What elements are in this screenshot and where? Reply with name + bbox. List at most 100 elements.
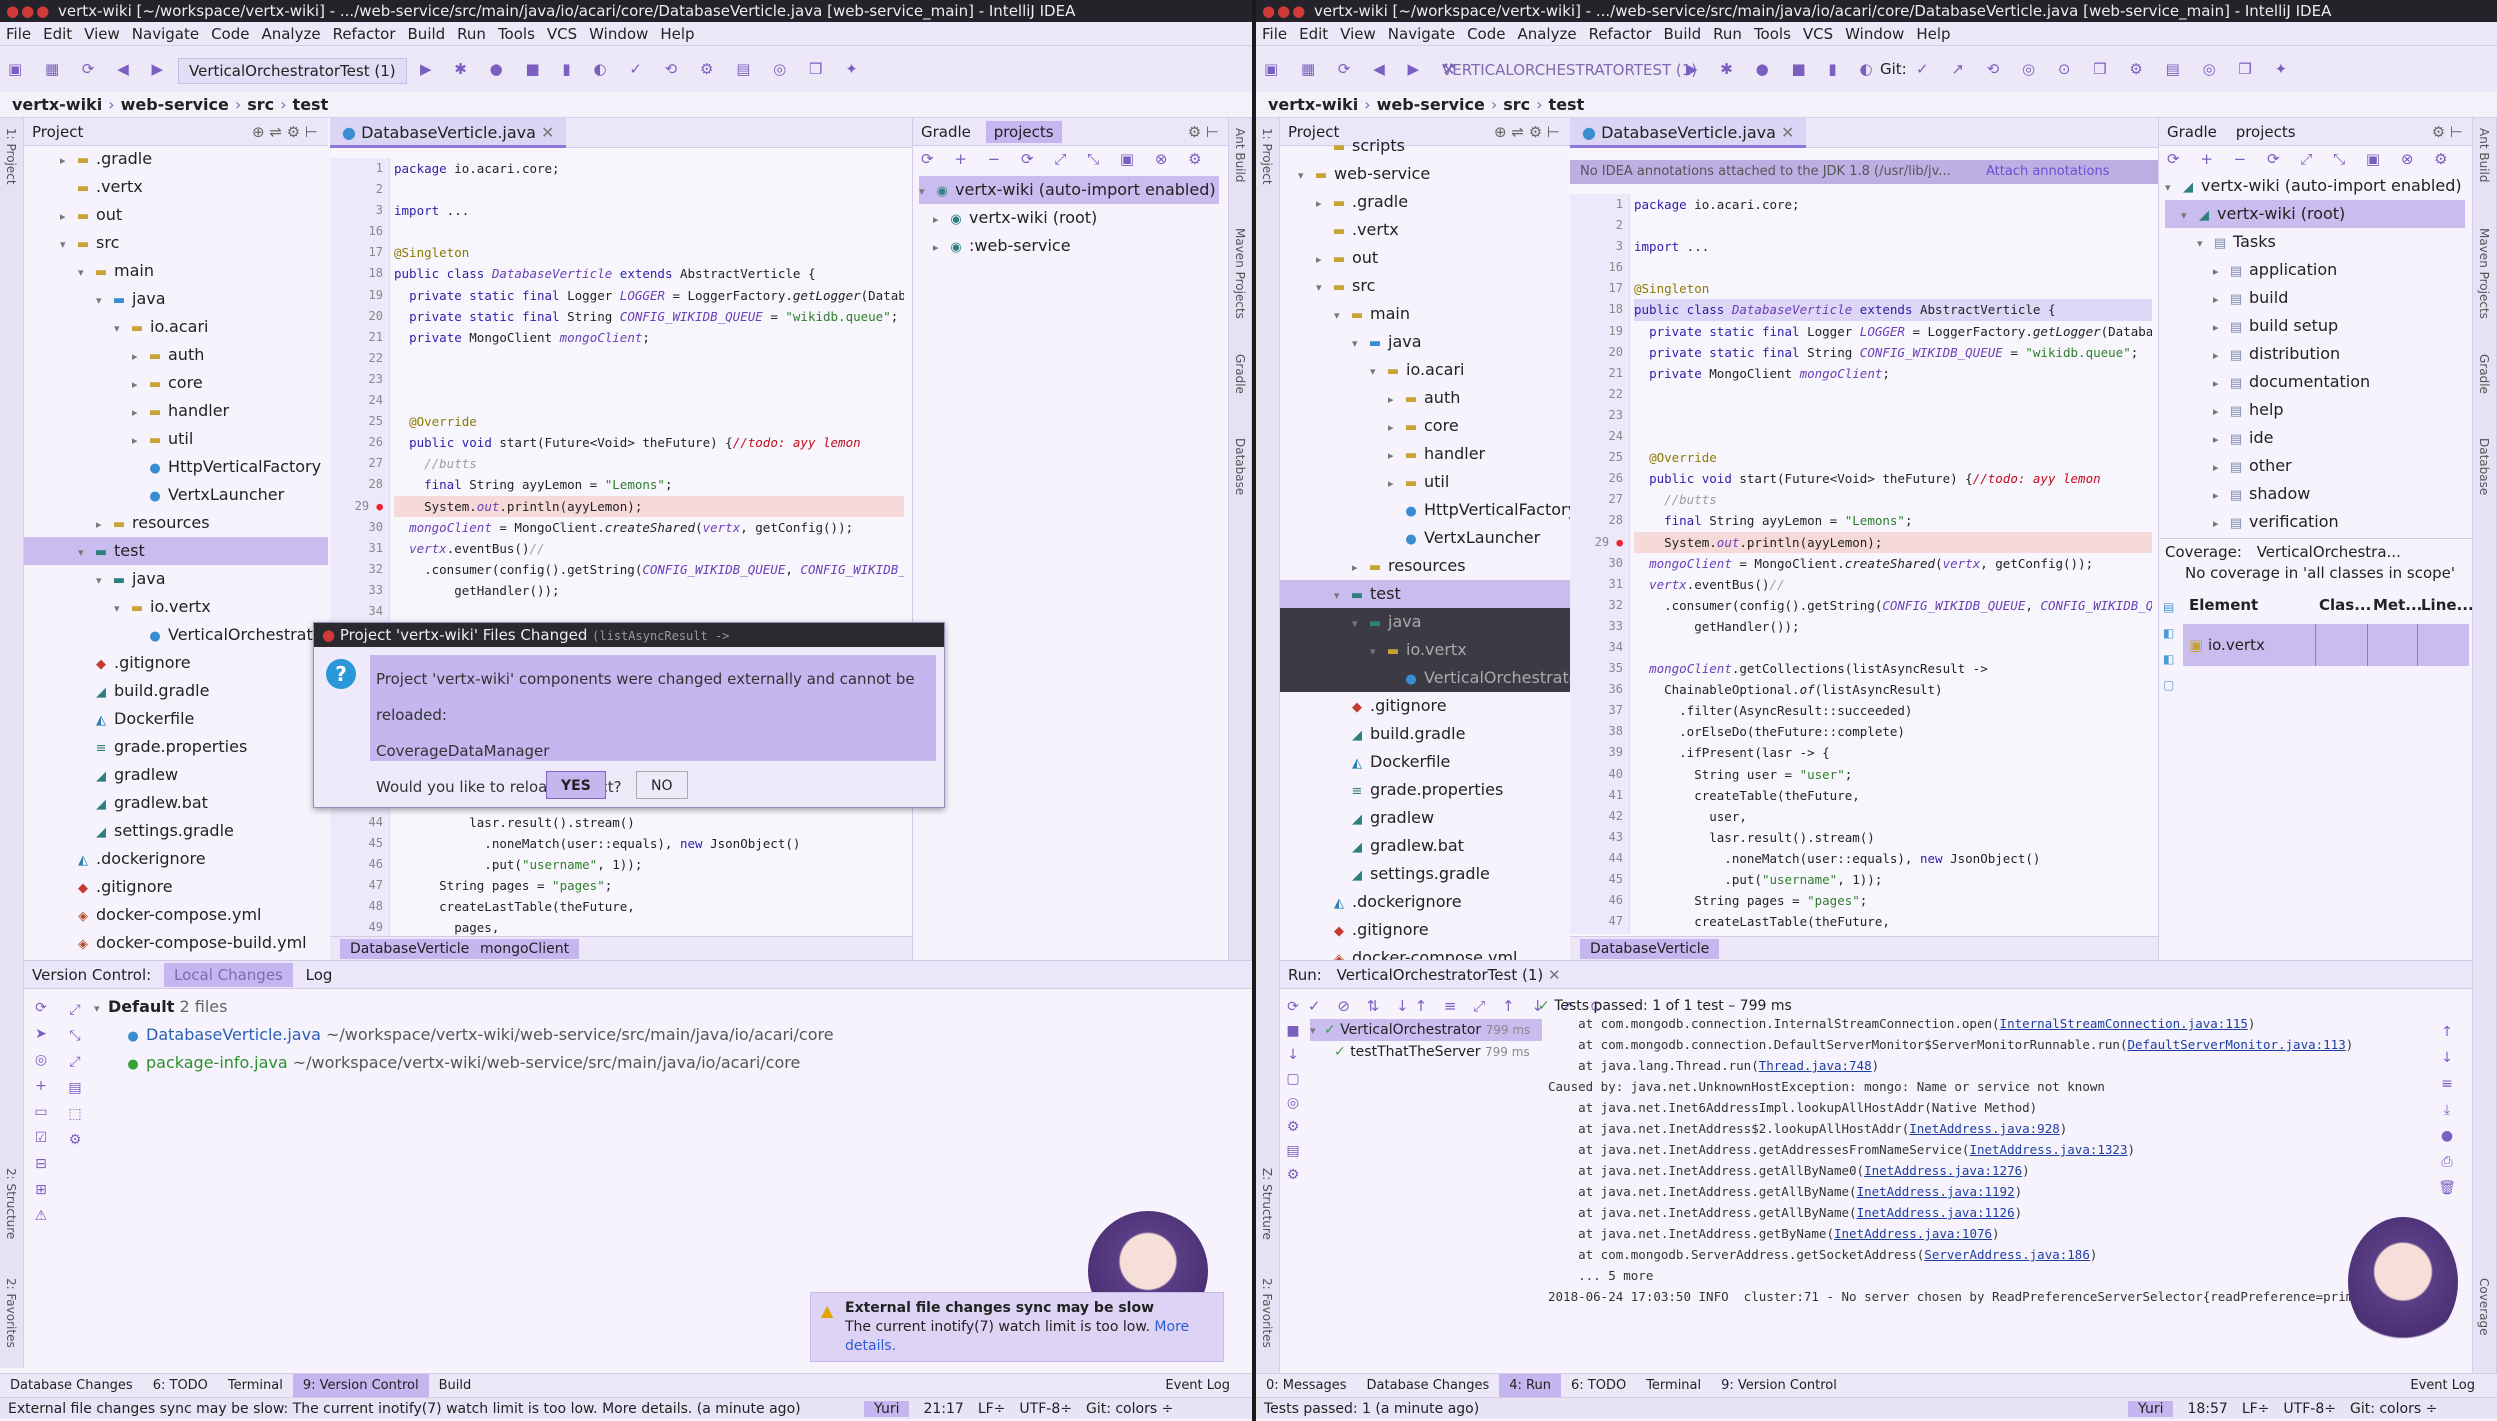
window-controls[interactable]: ●●● bbox=[1256, 0, 1314, 22]
tool-window-event-log[interactable]: Event Log bbox=[1155, 1374, 1240, 1398]
expand-arrow-icon[interactable]: ▸ bbox=[132, 399, 146, 427]
console-side-icons[interactable]: ↑ ↓ ≡ ⤓ ● ⎙ 🗑 bbox=[2436, 1019, 2458, 1201]
tree-item[interactable]: ◢ gradlew.bat bbox=[1280, 832, 1570, 860]
menu-navigate[interactable]: Navigate bbox=[126, 22, 205, 45]
expand-arrow-icon[interactable]: ▸ bbox=[2213, 314, 2227, 342]
tool-window-terminal[interactable]: Terminal bbox=[218, 1374, 293, 1398]
test-suite-item[interactable]: ▾ ✓ VerticalOrchestrator 799 ms bbox=[1310, 1019, 1542, 1041]
gradle-tree-item[interactable]: ▸ ◉ vertx-wiki (root) bbox=[919, 204, 1219, 232]
expand-arrow-icon[interactable]: ▸ bbox=[2213, 482, 2227, 510]
run-side-icons[interactable]: ⟳ ■ ↓ ▢ ◎ ⚙ ▤ ⚙ bbox=[1282, 995, 1304, 1187]
status-message[interactable]: Tests passed: 1 (a minute ago) bbox=[1264, 1401, 1479, 1417]
tool-window-4-run[interactable]: 4: Run bbox=[1499, 1374, 1561, 1398]
expand-arrow-icon[interactable]: ▾ bbox=[114, 595, 128, 623]
tree-item[interactable]: ▾ ▬ test bbox=[1280, 580, 1570, 608]
expand-arrow-icon[interactable]: ▾ bbox=[78, 539, 92, 567]
breakpoint-icon[interactable]: ● bbox=[376, 500, 383, 513]
tree-item[interactable]: ● VertxLauncher bbox=[1280, 524, 1570, 552]
expand-arrow-icon[interactable]: ▾ bbox=[1352, 610, 1366, 638]
tree-item[interactable]: ◭ .dockerignore bbox=[24, 845, 328, 873]
no-button[interactable]: NO bbox=[636, 771, 688, 799]
tool-window-terminal[interactable]: Terminal bbox=[1636, 1374, 1711, 1398]
menu-build[interactable]: Build bbox=[1658, 22, 1708, 45]
project-panel-icons[interactable]: ⊕ ⇌ ⚙ ⊢ bbox=[252, 118, 318, 146]
tree-item[interactable]: ≡ grade.properties bbox=[24, 733, 328, 761]
tool-window-event-log[interactable]: Event Log bbox=[2400, 1374, 2485, 1398]
coverage-side-icons[interactable]: ▤ ◧ ◧ ▢ bbox=[2163, 594, 2181, 698]
menu-help[interactable]: Help bbox=[1910, 22, 1956, 45]
expand-arrow-icon[interactable]: ▾ bbox=[1370, 638, 1384, 666]
tool-window-database-changes[interactable]: Database Changes bbox=[0, 1374, 143, 1398]
expand-arrow-icon[interactable]: ▸ bbox=[2213, 398, 2227, 426]
gradle-tool-tab[interactable]: Gradle bbox=[2477, 354, 2491, 394]
gradle-tree-item[interactable]: ▾ ◉ vertx-wiki (auto-import enabled) bbox=[919, 176, 1219, 204]
tree-item[interactable]: ▬ scripts bbox=[1280, 132, 1570, 160]
status-widget[interactable]: Git: colors ÷ bbox=[2350, 1401, 2437, 1417]
menu-file[interactable]: File bbox=[1256, 22, 1293, 45]
run-configuration-select[interactable]: VERTICALORCHESTRATORTEST (1) bbox=[1432, 58, 1707, 84]
vc-side-icons[interactable]: ⟳ ➤ ◎ + ▭ ☑ ⊟ ⊞ ⚠ bbox=[30, 995, 52, 1229]
menu-vcs[interactable]: VCS bbox=[541, 22, 583, 45]
expand-arrow-icon[interactable]: ▸ bbox=[132, 343, 146, 371]
maven-projects-tab[interactable]: Maven Projects bbox=[1233, 228, 1247, 319]
close-icon[interactable]: ✕ bbox=[1548, 966, 1561, 984]
expand-arrow-icon[interactable]: ▾ bbox=[1370, 358, 1384, 386]
dialog-close-icon[interactable]: ● bbox=[322, 626, 335, 644]
coverage-suite[interactable]: VerticalOrchestra... bbox=[2257, 543, 2401, 561]
gradle-tree-item[interactable]: ▸ ▤ ide bbox=[2165, 424, 2465, 452]
gradle-tree-item[interactable]: ▾ ▤ Tasks bbox=[2165, 228, 2465, 256]
status-widget[interactable]: Yuri bbox=[864, 1401, 910, 1417]
tree-item[interactable]: ▸ ▬ .gradle bbox=[1280, 188, 1570, 216]
tree-item[interactable]: ▸ ▬ resources bbox=[24, 509, 328, 537]
tool-window-6-todo[interactable]: 6: TODO bbox=[143, 1374, 218, 1398]
expand-arrow-icon[interactable]: ▸ bbox=[2213, 342, 2227, 370]
favorites-tool-tab[interactable]: 2: Favorites bbox=[1260, 1278, 1274, 1348]
vc-side-icons-2[interactable]: ⤢ ⤡ ⤢ ▤ ⬚ ⚙ bbox=[64, 997, 86, 1153]
expand-arrow-icon[interactable]: ▾ bbox=[1334, 582, 1348, 610]
tree-item[interactable]: ≡ grade.properties bbox=[1280, 776, 1570, 804]
tree-item[interactable]: ▾ ▬ web-service bbox=[1280, 160, 1570, 188]
local-changes-tab[interactable]: Local Changes bbox=[163, 963, 293, 987]
changelist-default[interactable]: ▾ Default 2 files bbox=[94, 993, 1194, 1021]
tree-item[interactable]: ▾ ▬ io.acari bbox=[1280, 356, 1570, 384]
tree-item[interactable]: ◈ docker-compose.yml bbox=[24, 901, 328, 929]
col-method[interactable]: Met... bbox=[2373, 590, 2422, 620]
tree-item[interactable]: ◆ .gitignore bbox=[1280, 692, 1570, 720]
close-icon[interactable]: ✕ bbox=[1781, 123, 1794, 142]
tree-item[interactable]: ◭ .dockerignore bbox=[1280, 888, 1570, 916]
tree-item[interactable]: ▸ ▬ handler bbox=[24, 397, 328, 425]
status-widget[interactable]: LF÷ bbox=[2242, 1401, 2270, 1417]
menu-window[interactable]: Window bbox=[1839, 22, 1910, 45]
tree-item[interactable]: ▸ ▬ .gradle bbox=[24, 145, 328, 173]
project-tool-tab[interactable]: 1: Project bbox=[4, 128, 18, 185]
crumb-item[interactable]: vertx-wiki bbox=[12, 95, 102, 114]
crumb-item[interactable]: web-service bbox=[121, 95, 229, 114]
run-configuration-select[interactable]: VerticalOrchestratorTest (1) bbox=[178, 58, 407, 84]
status-widget[interactable]: UTF-8÷ bbox=[1019, 1401, 1072, 1417]
menu-run[interactable]: Run bbox=[451, 22, 492, 45]
tree-item[interactable]: ▸ ▬ auth bbox=[1280, 384, 1570, 412]
expand-arrow-icon[interactable]: ▸ bbox=[2213, 426, 2227, 454]
status-widget[interactable]: 21:17 bbox=[923, 1401, 963, 1417]
gradle-header-icons[interactable]: ⚙ ⊢ bbox=[1188, 118, 1219, 146]
expand-arrow-icon[interactable]: ▸ bbox=[1388, 414, 1402, 442]
tree-item[interactable]: ▸ ▬ util bbox=[24, 425, 328, 453]
tree-item[interactable]: ▸ ▬ core bbox=[1280, 412, 1570, 440]
code-area[interactable]: package io.acari.core; import ... @Singl… bbox=[394, 158, 904, 948]
ant-build-tab[interactable]: Ant Build bbox=[1233, 128, 1247, 182]
coverage-tool-tab[interactable]: Coverage bbox=[2477, 1278, 2491, 1336]
gradle-tree-item[interactable]: ▸ ▤ build setup bbox=[2165, 312, 2465, 340]
tree-item[interactable]: ▸ ▬ out bbox=[24, 201, 328, 229]
expand-arrow-icon[interactable]: ▾ bbox=[96, 567, 110, 595]
tool-window-9-version-control[interactable]: 9: Version Control bbox=[292, 1374, 429, 1398]
vcs-icons[interactable]: ✓ ↗ ⟲ ◎ ⊙ ❒ ⚙ ▤ ◎ ❒ ✦ bbox=[1916, 60, 2296, 78]
status-widget[interactable]: Git: colors ÷ bbox=[1086, 1401, 1173, 1417]
expand-arrow-icon[interactable]: ▸ bbox=[1316, 190, 1330, 218]
tool-window-database-changes[interactable]: Database Changes bbox=[1357, 1374, 1500, 1398]
menu-navigate[interactable]: Navigate bbox=[1382, 22, 1461, 45]
favorites-tool-tab[interactable]: 2: Favorites bbox=[4, 1278, 18, 1348]
tree-item[interactable]: ▾ ▬ java bbox=[1280, 328, 1570, 356]
tree-item[interactable]: ▾ ▬ io.acari bbox=[24, 313, 328, 341]
crumb-item[interactable]: vertx-wiki bbox=[1268, 95, 1358, 114]
gradle-tree-item[interactable]: ▸ ▤ shadow bbox=[2165, 480, 2465, 508]
